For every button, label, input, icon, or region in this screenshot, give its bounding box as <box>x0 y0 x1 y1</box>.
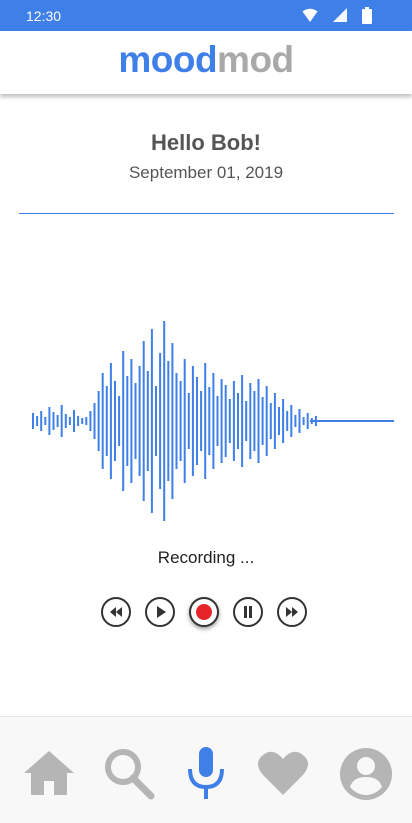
signal-icon <box>333 8 347 22</box>
record-icon <box>196 604 212 620</box>
account-icon <box>340 748 392 800</box>
rewind-button[interactable] <box>101 597 131 627</box>
greeting-date: September 01, 2019 <box>128 163 284 182</box>
search-icon <box>105 749 155 800</box>
nav-search[interactable] <box>101 745 157 803</box>
nav-profile[interactable] <box>339 745 395 803</box>
rewind-icon <box>110 607 122 617</box>
app-bar: moodmod <box>0 31 412 94</box>
wifi-icon <box>302 8 318 22</box>
play-icon <box>157 606 166 618</box>
status-bar: 12:30 <box>0 0 412 31</box>
fast-forward-icon <box>286 607 298 617</box>
nav-favorites[interactable] <box>255 745 311 803</box>
record-button[interactable] <box>189 597 219 627</box>
nav-record[interactable] <box>181 745 237 803</box>
bottom-navigation <box>0 716 412 823</box>
playback-controls <box>0 597 412 631</box>
waveform-bars <box>32 321 317 521</box>
home-icon <box>24 751 74 795</box>
fast-forward-button[interactable] <box>277 597 307 627</box>
microphone-icon <box>188 747 224 799</box>
app-logo: moodmod <box>0 39 412 81</box>
screen: 12:30 moodmod Hello Bob! September 01, 2… <box>0 0 412 823</box>
battery-icon <box>362 7 372 24</box>
pause-button[interactable] <box>233 597 263 627</box>
pause-icon <box>244 606 252 618</box>
play-button[interactable] <box>145 597 175 627</box>
divider <box>19 213 394 214</box>
audio-waveform <box>32 321 394 521</box>
status-time: 12:30 <box>26 8 62 24</box>
recording-status: Recording ... <box>157 548 255 567</box>
nav-home[interactable] <box>21 745 77 803</box>
greeting-title: Hello Bob! <box>151 130 261 155</box>
logo-part-mod: mod <box>217 39 294 80</box>
logo-part-mood: mood <box>118 39 218 80</box>
heart-icon <box>258 751 308 795</box>
